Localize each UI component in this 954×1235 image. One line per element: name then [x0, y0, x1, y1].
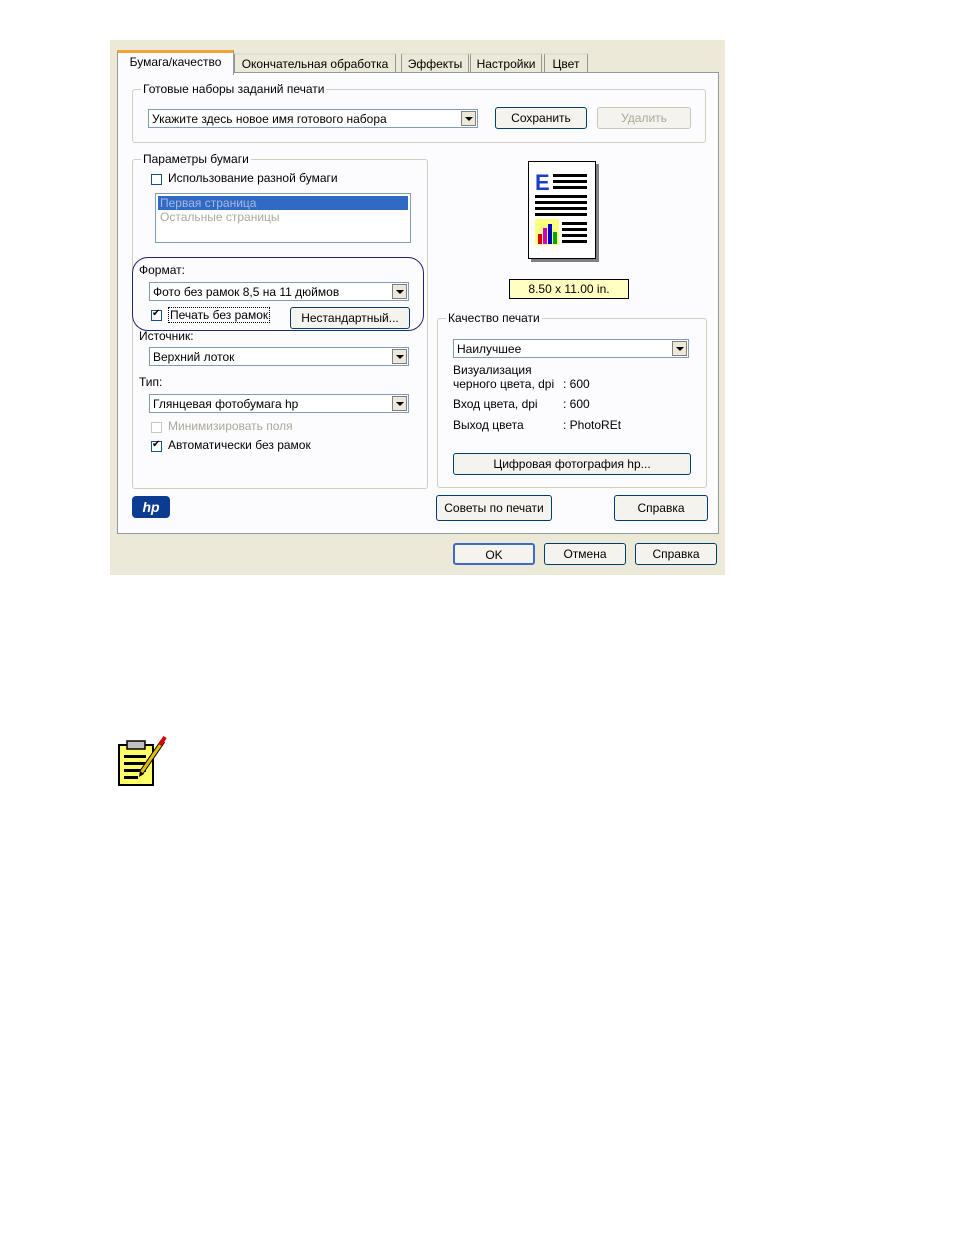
different-paper-checkbox[interactable] — [151, 174, 162, 185]
chevron-down-icon[interactable] — [392, 396, 407, 411]
borderless-checkbox[interactable] — [151, 308, 162, 321]
auto-borderless-label: Автоматически без рамок — [168, 438, 311, 452]
list-item-other-pages[interactable]: Остальные страницы — [158, 210, 408, 224]
paper-type-value: Глянцевая фотобумага hp — [153, 397, 299, 411]
chevron-down-icon[interactable] — [672, 341, 687, 356]
paper-size-badge: 8.50 x 11.00 in. — [509, 279, 629, 299]
help-button[interactable]: Справка — [635, 543, 717, 565]
delete-preset-button[interactable]: Удалить — [597, 107, 691, 129]
digital-photo-button[interactable]: Цифровая фотография hp... — [453, 453, 691, 475]
presets-legend: Готовые наборы заданий печати — [141, 82, 327, 96]
list-item-first-page[interactable]: Первая страница — [158, 196, 408, 210]
color-output-value: : PhotoREt — [563, 418, 622, 432]
pages-listbox: Первая страница Остальные страницы — [155, 193, 411, 243]
tab-effects[interactable]: Эффекты — [401, 53, 469, 73]
chevron-down-icon[interactable] — [461, 111, 476, 126]
paper-options-legend: Параметры бумаги — [141, 152, 251, 166]
minimize-margins-checkbox[interactable] — [151, 422, 162, 433]
svg-text:E: E — [535, 170, 550, 195]
tab-color[interactable]: Цвет — [544, 53, 588, 73]
black-render-value: : 600 — [563, 377, 590, 391]
color-input-value: : 600 — [563, 397, 590, 411]
chevron-down-icon[interactable] — [392, 284, 407, 299]
preset-name-value: Укажите здесь новое имя готового набора — [152, 112, 387, 126]
format-label: Формат: — [139, 263, 185, 277]
borderless-label: Печать без рамок — [168, 307, 271, 323]
hp-logo: hp — [132, 496, 170, 518]
type-label: Тип: — [139, 375, 163, 389]
minimize-margins-label: Минимизировать поля — [168, 419, 293, 433]
tab-settings[interactable]: Настройки — [470, 53, 542, 73]
source-label: Источник: — [139, 329, 194, 343]
preset-name-combo[interactable]: Укажите здесь новое имя готового набора — [148, 109, 478, 128]
chevron-down-icon[interactable] — [392, 349, 407, 364]
print-tips-button[interactable]: Советы по печати — [436, 495, 552, 521]
color-output-label: Выход цвета — [453, 418, 524, 432]
print-quality-legend: Качество печати — [446, 311, 542, 325]
panel-help-button[interactable]: Справка — [614, 495, 708, 521]
tab-panel: Готовые наборы заданий печати Укажите зд… — [117, 72, 719, 534]
color-input-label: Вход цвета, dpi — [453, 397, 538, 411]
tab-paper-quality[interactable]: Бумага/качество — [117, 50, 234, 75]
save-preset-button[interactable]: Сохранить — [495, 107, 587, 129]
tab-finishing[interactable]: Окончательная обработка — [234, 53, 396, 73]
black-render-label-a: Визуализация — [453, 363, 532, 377]
paper-type-combo[interactable]: Глянцевая фотобумага hp — [149, 394, 409, 413]
format-combo[interactable]: Фото без рамок 8,5 на 11 дюймов — [149, 282, 409, 301]
format-value: Фото без рамок 8,5 на 11 дюймов — [153, 285, 340, 299]
auto-borderless-checkbox[interactable] — [151, 439, 162, 452]
custom-size-button[interactable]: Нестандартный... — [290, 307, 410, 329]
note-icon — [115, 735, 169, 789]
different-paper-label: Использование разной бумаги — [168, 171, 338, 185]
page-preview-icon: E — [528, 161, 596, 259]
ok-button[interactable]: OK — [453, 543, 535, 565]
print-quality-combo[interactable]: Наилучшее — [453, 339, 689, 358]
source-combo[interactable]: Верхний лоток — [149, 347, 409, 366]
print-quality-value: Наилучшее — [457, 342, 522, 356]
black-render-label-b: черного цвета, dpi — [453, 377, 555, 391]
source-value: Верхний лоток — [153, 350, 235, 364]
print-dialog: Бумага/качество Окончательная обработка … — [110, 40, 725, 575]
cancel-button[interactable]: Отмена — [544, 543, 626, 565]
